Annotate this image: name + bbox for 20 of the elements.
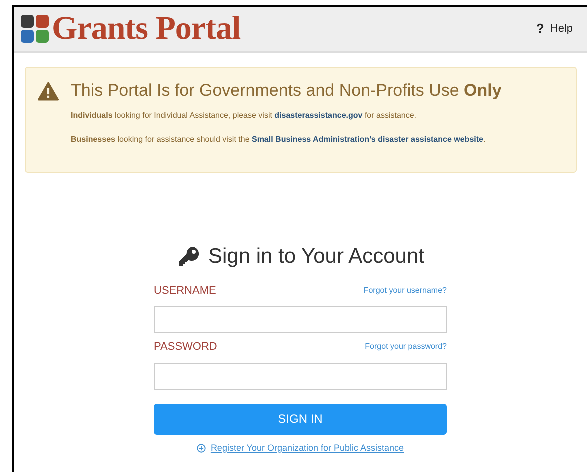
notice-text: Businesses looking for assistance should visit the Small Business Administration’s disaster assistance website. (71, 135, 487, 145)
logo-drawing (20, 14, 50, 44)
input-field[interactable] (154, 362, 447, 390)
notice-link[interactable]: Small Business Administration’s disaster assistance website (252, 135, 484, 144)
key-icon (176, 244, 200, 269)
input-field[interactable] (154, 306, 447, 333)
notice-title: This Portal Is for Governments and Non-Profits Use Only (71, 80, 502, 102)
help-link[interactable]: ? Help (536, 19, 573, 39)
forgot-link[interactable]: Forgot your password? (365, 341, 447, 354)
notice-link[interactable]: disasterassistance.gov (274, 111, 363, 120)
field-label: USERNAME (154, 284, 216, 298)
warning-icon (38, 82, 59, 101)
plus-circle-icon (196, 444, 206, 453)
register-link[interactable]: Register Your Organization for Public Assistance (210, 442, 404, 455)
notice-text: Individuals looking for Individual Assistance, please visit disasterassistance.gov for assistance. (71, 111, 418, 121)
forgot-link[interactable]: Forgot your username? (364, 284, 447, 297)
field-label: PASSWORD (154, 340, 218, 355)
sign-in-button[interactable]: SIGN IN (154, 404, 447, 434)
signin-title: Sign in to Your Account (208, 244, 424, 270)
brand-title: Grants Portal (52, 12, 241, 46)
